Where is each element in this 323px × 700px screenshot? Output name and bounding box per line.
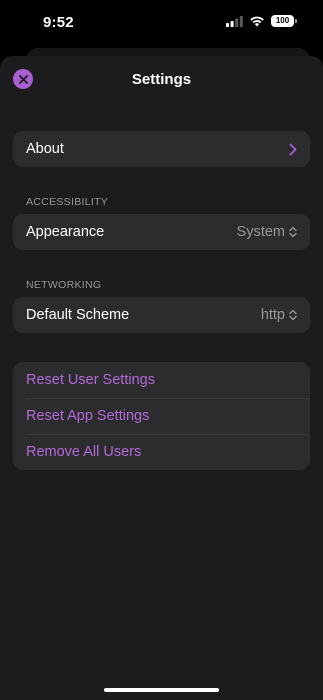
remove-all-users-button[interactable]: Remove All Users [13,434,310,470]
home-indicator[interactable] [104,688,219,692]
accessibility-group: Appearance System [13,214,310,250]
default-scheme-label: Default Scheme [26,307,130,323]
cellular-signal-icon [226,16,243,27]
screen: 9:52 100 Settings About ACCESSIBILITY Ap… [0,0,323,700]
default-scheme-row[interactable]: Default Scheme http [13,297,310,333]
status-bar: 9:52 100 [0,0,323,46]
appearance-value: System [236,224,285,240]
remove-all-users-label: Remove All Users [26,444,142,460]
reset-app-settings-label: Reset App Settings [26,408,150,424]
settings-sheet: Settings About ACCESSIBILITY Appearance … [0,56,323,700]
networking-header: NETWORKING [26,279,102,291]
status-time: 9:52 [43,14,74,31]
chevron-up-down-icon [289,309,297,321]
accessibility-header: ACCESSIBILITY [26,196,109,208]
about-label: About [26,141,64,157]
chevron-right-icon [289,143,297,155]
appearance-row[interactable]: Appearance System [13,214,310,250]
page-title: Settings [131,71,192,88]
general-group: About [13,131,310,167]
default-scheme-picker[interactable]: http [261,307,297,323]
about-row[interactable]: About [13,131,310,167]
battery-level: 100 [271,15,294,27]
reset-actions-group: Reset User Settings Reset App Settings R… [13,362,310,470]
reset-app-settings-button[interactable]: Reset App Settings [13,398,310,434]
appearance-label: Appearance [26,224,105,240]
status-icons: 100 [226,15,297,27]
chevron-up-down-icon [289,226,297,238]
reset-user-settings-button[interactable]: Reset User Settings [13,362,310,398]
networking-group: Default Scheme http [13,297,310,333]
appearance-picker[interactable]: System [237,224,297,240]
wifi-icon [250,16,264,27]
battery-cap [295,19,297,23]
battery-icon: 100 [271,15,297,27]
default-scheme-value: http [260,307,285,323]
reset-user-settings-label: Reset User Settings [26,372,155,388]
